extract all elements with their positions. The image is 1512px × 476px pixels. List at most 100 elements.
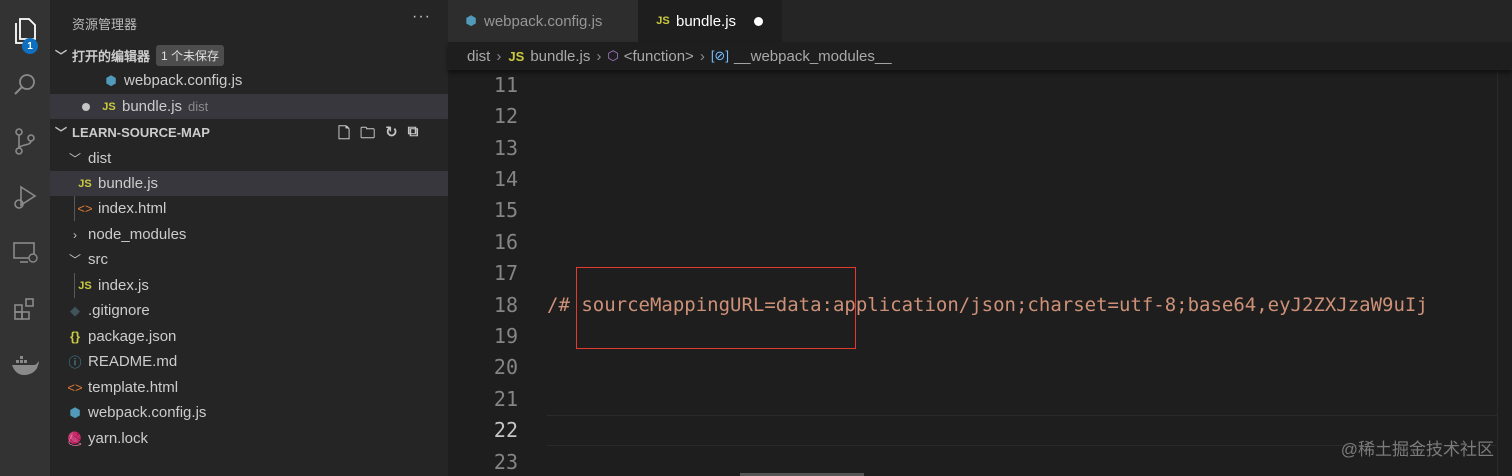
line-number: 23 bbox=[493, 450, 518, 474]
chevron-down-icon: ﹀ bbox=[54, 49, 67, 63]
activity-bar: 1 bbox=[0, 0, 50, 476]
tree-item[interactable]: ⓘ README.md bbox=[50, 349, 448, 374]
tree-item-name: package.json bbox=[88, 328, 177, 345]
line-number: 16 bbox=[493, 230, 518, 254]
line-number: 19 bbox=[493, 324, 518, 348]
tree-item[interactable]: {} package.json bbox=[50, 324, 448, 349]
tree-item[interactable]: ﹀ src bbox=[50, 247, 448, 272]
line-number: 18 bbox=[493, 293, 518, 317]
breadcrumb-item[interactable]: __webpack_modules__ bbox=[734, 48, 892, 65]
tree-item-name: yarn.lock bbox=[88, 430, 149, 447]
tab-label: bundle.js bbox=[676, 12, 737, 30]
vertical-scrollbar[interactable] bbox=[1497, 70, 1512, 476]
run-debug-icon[interactable] bbox=[0, 174, 50, 220]
js-file-icon: JS bbox=[78, 177, 92, 190]
chevron-right-icon: › bbox=[699, 47, 705, 65]
json-file-icon: {} bbox=[69, 329, 81, 344]
tree-item[interactable]: › node_modules bbox=[50, 222, 448, 247]
docker-icon[interactable] bbox=[0, 342, 50, 388]
unsaved-badge: 1 个未保存 bbox=[156, 45, 225, 66]
tree-item[interactable]: ﹀ dist bbox=[50, 146, 448, 171]
chevron-down-icon: ﹀ bbox=[54, 126, 67, 140]
collapse-all-icon[interactable]: ⧉ bbox=[408, 123, 419, 148]
breadcrumb-item[interactable]: <function> bbox=[624, 48, 694, 65]
tree-item[interactable]: ◆ .gitignore bbox=[50, 298, 448, 323]
tree-item-name: node_modules bbox=[88, 226, 187, 243]
js-file-icon: JS bbox=[656, 15, 670, 27]
line-number: 11 bbox=[493, 73, 518, 97]
open-editor-name: bundle.js bbox=[122, 98, 183, 115]
js-file-icon: JS bbox=[102, 100, 116, 113]
chevron-right-icon: › bbox=[73, 227, 77, 242]
remote-explorer-icon[interactable] bbox=[0, 230, 50, 276]
sidebar-title: 资源管理器 bbox=[72, 17, 138, 32]
html-file-icon: <> bbox=[77, 201, 93, 216]
open-editor-name: webpack.config.js bbox=[124, 72, 243, 89]
line-number: 15 bbox=[493, 198, 518, 222]
chevron-down-icon: ﹀ bbox=[68, 253, 81, 267]
tree-item[interactable]: <> index.html bbox=[50, 196, 448, 221]
open-editor-item[interactable]: ⬢ webpack.config.js bbox=[50, 68, 448, 93]
tree-item[interactable]: ⬢ webpack.config.js bbox=[50, 400, 448, 425]
explorer-sidebar: 资源管理器 ··· ﹀ 打开的编辑器 1 个未保存 ⬢ webpack.conf… bbox=[50, 0, 448, 476]
new-file-icon[interactable]: 🗋 bbox=[338, 123, 350, 148]
explorer-badge: 1 bbox=[22, 38, 38, 54]
line-number: 14 bbox=[493, 167, 518, 191]
git-file-icon: ◆ bbox=[70, 302, 80, 318]
open-editor-item[interactable]: JS bundle.js dist bbox=[50, 94, 448, 119]
project-header[interactable]: ﹀ LEARN-SOURCE-MAP 🗋 🗀 ↻ ⧉ bbox=[50, 120, 448, 145]
info-icon: ⓘ bbox=[68, 355, 82, 370]
tree-item[interactable]: 🧶 yarn.lock bbox=[50, 426, 448, 451]
webpack-icon: ⬢ bbox=[105, 72, 117, 88]
search-icon[interactable] bbox=[0, 62, 50, 108]
explorer-icon[interactable]: 1 bbox=[0, 8, 50, 54]
tab-bar: ⬢ webpack.config.js JS bundle.js bbox=[448, 0, 1512, 42]
explorer-toolbar: 🗋 🗀 ↻ ⧉ bbox=[338, 123, 418, 148]
line-number: 21 bbox=[493, 387, 518, 411]
tree-item-name: webpack.config.js bbox=[88, 404, 207, 421]
line-number: 20 bbox=[493, 355, 518, 379]
unsaved-dot-icon[interactable] bbox=[754, 16, 764, 26]
tab-label: webpack.config.js bbox=[484, 12, 603, 30]
open-editors-label: 打开的编辑器 bbox=[72, 49, 151, 64]
tab-webpack-config[interactable]: ⬢ webpack.config.js bbox=[448, 0, 638, 42]
line-number: 22 bbox=[493, 418, 518, 442]
breadcrumb: dist › JS bundle.js › ⬡ <function> › [⊘]… bbox=[448, 42, 1512, 70]
tab-bundle-js[interactable]: JS bundle.js bbox=[638, 0, 782, 42]
yarn-icon: 🧶 bbox=[66, 430, 84, 446]
chevron-right-icon: › bbox=[596, 47, 602, 65]
html-file-icon: <> bbox=[67, 380, 83, 395]
line-number: 13 bbox=[493, 136, 518, 160]
source-control-icon[interactable] bbox=[0, 118, 50, 164]
tree-item-name: src bbox=[88, 251, 108, 268]
code-editor[interactable]: 11 12 13 14 15 16 17 18 19 20 21 22 23 /… bbox=[448, 70, 1512, 476]
annotation-highlight-box bbox=[576, 267, 856, 349]
js-file-icon: JS bbox=[508, 48, 525, 64]
tree-item-name: template.html bbox=[88, 379, 179, 396]
watermark: @稀土掘金技术社区 bbox=[1340, 440, 1494, 459]
tree-item[interactable]: <> template.html bbox=[50, 375, 448, 400]
line-number: 12 bbox=[493, 104, 518, 128]
chevron-right-icon: › bbox=[496, 47, 502, 65]
project-label: LEARN-SOURCE-MAP bbox=[72, 125, 210, 140]
new-folder-icon[interactable]: 🗀 bbox=[360, 123, 375, 148]
tree-item-name: README.md bbox=[88, 353, 178, 370]
js-file-icon: JS bbox=[78, 279, 92, 292]
tree-item[interactable]: JS bundle.js bbox=[50, 171, 448, 196]
extensions-icon[interactable] bbox=[0, 286, 50, 332]
webpack-icon: ⬢ bbox=[465, 13, 477, 28]
chevron-down-icon: ﹀ bbox=[68, 152, 81, 166]
tree-item[interactable]: JS index.js bbox=[50, 273, 448, 298]
tree-item-name: index.js bbox=[98, 277, 149, 294]
refresh-icon[interactable]: ↻ bbox=[385, 123, 398, 148]
variable-icon: [⊘] bbox=[710, 48, 729, 63]
open-editor-desc: dist bbox=[188, 99, 209, 114]
more-actions-icon[interactable]: ··· bbox=[412, 8, 431, 26]
breadcrumb-item[interactable]: dist bbox=[467, 48, 490, 65]
unsaved-dot-icon bbox=[82, 102, 90, 111]
open-editors-header[interactable]: ﹀ 打开的编辑器 1 个未保存 bbox=[50, 43, 448, 68]
tree-item-name: index.html bbox=[98, 200, 167, 217]
tree-item-name: bundle.js bbox=[98, 175, 159, 192]
webpack-icon: ⬢ bbox=[69, 404, 81, 420]
breadcrumb-item[interactable]: bundle.js bbox=[530, 48, 590, 65]
